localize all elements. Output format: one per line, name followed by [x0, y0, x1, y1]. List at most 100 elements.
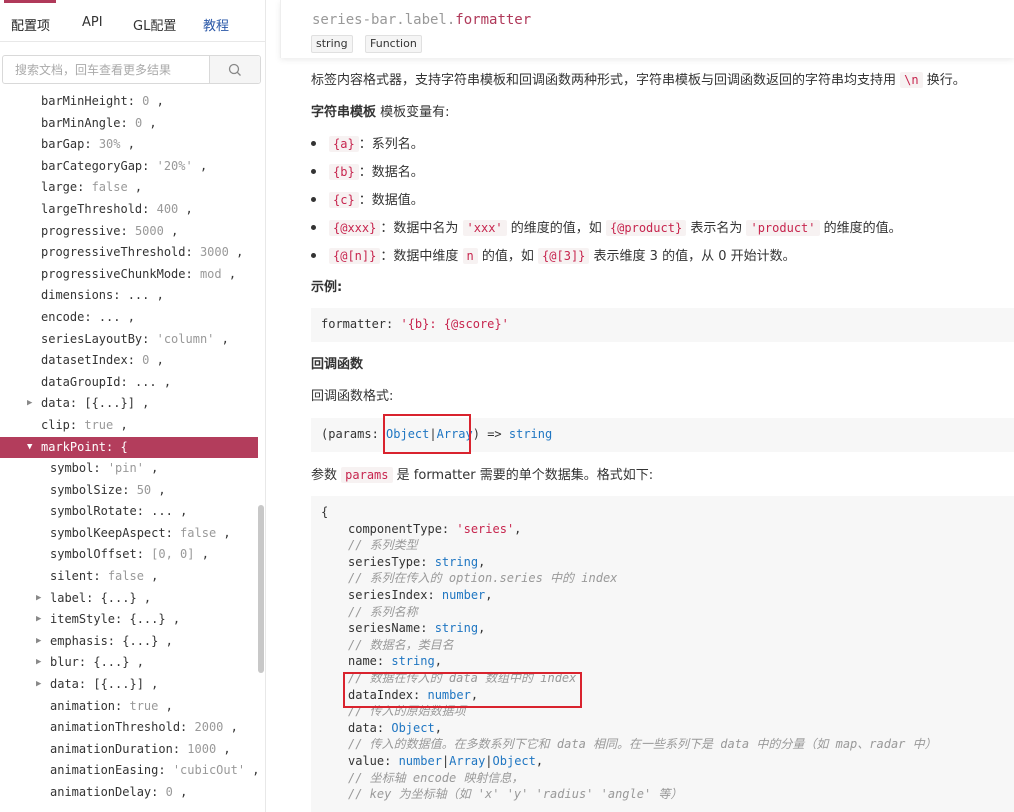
bullet-code: {@[3]}: [538, 248, 590, 264]
tree-item-symboloffset[interactable]: symbolOffset: [0, 0] ,: [0, 544, 258, 566]
option-path: series-bar.label.formatter: [312, 12, 531, 28]
tree-item-clip[interactable]: clip: true ,: [0, 415, 258, 437]
tree-comma: ,: [136, 590, 152, 605]
tree-item-silent[interactable]: silent: false ,: [0, 566, 258, 588]
caret-right-icon[interactable]: ▶: [27, 393, 32, 415]
intro-text-end: 换行。: [926, 73, 966, 88]
caret-right-icon[interactable]: ▶: [36, 674, 41, 696]
tree-item-itemstyle[interactable]: ▶ itemStyle: {...} ,: [0, 609, 258, 631]
tree-item-progressivethreshold[interactable]: progressiveThreshold: 3000 ,: [0, 242, 258, 264]
tree-item-animationdelay[interactable]: animationDelay: 0 ,: [0, 782, 258, 804]
option-path-prefix: series-bar.label.: [312, 12, 456, 28]
tree-colon: :: [185, 245, 200, 260]
code-type: string: [434, 621, 479, 636]
caret-right-icon[interactable]: ▶: [36, 652, 41, 674]
tree-colon: :: [172, 741, 188, 756]
tree-item-data[interactable]: ▶ data: [{...}] ,: [0, 674, 258, 696]
tree-key: animation: [50, 698, 116, 713]
tree-value: mod: [199, 266, 222, 281]
example-code-block: formatter: '{b}: {@score}': [311, 308, 1014, 342]
bullet-code: {a}: [329, 136, 359, 152]
bullet-code: n: [462, 248, 478, 264]
tree-item-emphasis[interactable]: ▶ emphasis: {...} ,: [0, 631, 258, 653]
code-type: Array: [449, 754, 486, 768]
tree-comma: ,: [172, 785, 188, 799]
tree-item-data[interactable]: ▶ data: [{...}] ,: [0, 393, 258, 415]
bullet-code: {@xxx}: [329, 220, 381, 236]
bullet-dimension-index: {@[n]} ：数据中维度 n 的值，如 {@[3]} 表示维度 3 的值，从 0…: [329, 246, 796, 267]
tree-value: 'pin': [107, 461, 144, 476]
bullet-code: {c}: [329, 192, 359, 208]
tree-item-symbol[interactable]: symbol: 'pin' ,: [0, 458, 258, 480]
tree-key: symbolOffset: [50, 547, 137, 562]
tree-item-bargap[interactable]: barGap: 30% ,: [0, 134, 258, 156]
search-button[interactable]: [209, 56, 260, 83]
search-box: [2, 55, 261, 84]
tree-item-text: encode: ... ,: [41, 307, 135, 329]
tree-item-markpoint[interactable]: ▼ markPoint: {: [0, 436, 258, 459]
tree-item-label[interactable]: ▶ label: {...} ,: [0, 588, 258, 610]
caret-right-icon[interactable]: ▶: [36, 609, 41, 631]
tree-item-blur[interactable]: ▶ blur: {...} ,: [0, 652, 258, 674]
tree-colon: :: [142, 158, 157, 173]
option-tree: barMinHeight: 0 , barMinAngle: 0 , barGap:…: [0, 91, 260, 804]
tree-item-progressive[interactable]: progressive: 5000 ,: [0, 221, 258, 243]
tree-item-symbolsize[interactable]: symbolSize: 50 ,: [0, 480, 258, 502]
tree-item-datasetindex[interactable]: datasetIndex: 0 ,: [0, 350, 258, 372]
caret-right-icon[interactable]: ▶: [36, 588, 41, 610]
template-heading-rest: 模板变量有:: [380, 105, 450, 120]
callback-format-label: 回调函数格式:: [311, 389, 394, 404]
sidebar-scrollbar[interactable]: [258, 505, 264, 673]
tree-item-animationduration[interactable]: animationDuration: 1000 ,: [0, 739, 258, 761]
tree-item-text: label: {...} ,: [50, 588, 151, 610]
bullet-text: ：系列名。: [358, 137, 424, 152]
tree-item-symbolrotate[interactable]: symbolRotate: ... ,: [0, 501, 258, 523]
tree-key: clip: [41, 417, 70, 432]
search-input[interactable]: [3, 56, 209, 83]
code-line: // key 为坐标轴（如 'x' 'y' 'radius' 'angle' 等…: [348, 786, 682, 803]
tab-api[interactable]: API: [82, 15, 103, 30]
tree-item-text: seriesLayoutBy: 'column' ,: [41, 329, 229, 351]
tree-item-serieslayoutby[interactable]: seriesLayoutBy: 'column' ,: [0, 329, 258, 351]
tree-key: large: [41, 180, 78, 195]
tab-gl-config[interactable]: GL配置: [133, 15, 176, 34]
tree-value: [{...}]: [93, 677, 144, 692]
tree-key: symbolRotate: [50, 504, 137, 519]
code-line: data: Object,: [348, 720, 442, 737]
tree-item-animationthreshold[interactable]: animationThreshold: 2000 ,: [0, 717, 258, 739]
sidebar: 配置项 API GL配置 教程 barMinHeight: 0 ,barMinA…: [0, 0, 266, 812]
tree-key: emphasis: [50, 633, 108, 648]
code-type: Object: [492, 754, 536, 768]
tree-item-largethreshold[interactable]: largeThreshold: 400 ,: [0, 199, 258, 221]
top-tabs: 配置项 API GL配置 教程: [0, 0, 265, 42]
tree-comma: ,: [134, 396, 150, 411]
tree-item-barminheight[interactable]: barMinHeight: 0 ,: [0, 91, 258, 113]
tree-item-text: datasetIndex: 0 ,: [41, 350, 164, 372]
tree-key: largeThreshold: [41, 201, 143, 216]
code-line: // 数据名，类目名: [348, 637, 454, 654]
tree-item-large[interactable]: large: false ,: [0, 177, 258, 199]
tree-item-encode[interactable]: encode: ... ,: [0, 307, 258, 329]
tab-tutorial[interactable]: 教程: [203, 15, 229, 34]
tab-config[interactable]: 配置项: [11, 15, 50, 34]
tree-item-datagroupid[interactable]: dataGroupId: ... ,: [0, 372, 258, 394]
tree-item-progressivechunkmode[interactable]: progressiveChunkMode: mod ,: [0, 264, 258, 286]
caret-down-icon[interactable]: ▼: [27, 437, 32, 459]
tree-item-text: progressiveThreshold: 3000 ,: [41, 242, 243, 264]
code-line: // 系列名称: [348, 604, 418, 621]
tree-comma: ,: [156, 374, 172, 389]
tree-value: false: [107, 569, 144, 584]
tree-item-barcategorygap[interactable]: barCategoryGap: '20%' ,: [0, 156, 258, 178]
tree-item-animation[interactable]: animation: true ,: [0, 696, 258, 718]
code-text: data:: [348, 720, 392, 735]
tree-item-symbolkeepaspect[interactable]: symbolKeepAspect: false ,: [0, 523, 258, 545]
bullet-text: 表示名为: [690, 221, 743, 236]
tree-key: markPoint: [41, 439, 107, 454]
callback-heading: 回调函数: [311, 357, 364, 372]
tree-item-dimensions[interactable]: dimensions: ... ,: [0, 285, 258, 307]
tree-key: label: [50, 590, 87, 605]
tree-item-animationeasing[interactable]: animationEasing: 'cubicOut' ,: [0, 760, 260, 782]
caret-right-icon[interactable]: ▶: [36, 631, 41, 653]
tree-item-text: data: [{...}] ,: [50, 674, 158, 696]
tree-item-barminangle[interactable]: barMinAngle: 0 ,: [0, 113, 258, 135]
